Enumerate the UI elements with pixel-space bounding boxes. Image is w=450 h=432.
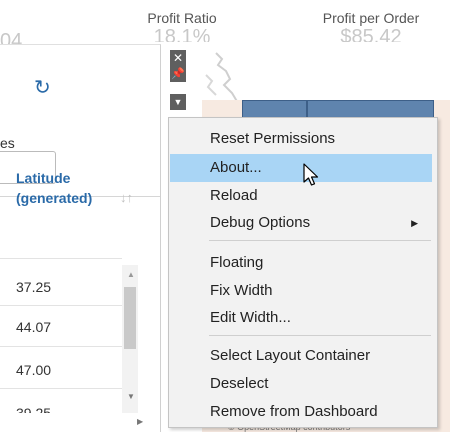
- menu-divider: [209, 335, 431, 336]
- sort-icon[interactable]: ↓↑: [120, 190, 133, 205]
- table-cell: 39.25: [16, 405, 52, 413]
- pin-icon[interactable]: 📌: [170, 66, 186, 82]
- menu-item-label: Edit Width...: [210, 309, 291, 326]
- menu-item-fix-width[interactable]: Fix Width: [170, 277, 432, 305]
- refresh-icon[interactable]: ↻: [34, 75, 51, 100]
- menu-item-about[interactable]: About...: [170, 154, 432, 182]
- table-cell: 44.07: [16, 319, 52, 335]
- kpi-label: Profit per Order: [322, 10, 420, 26]
- chevron-right-icon: ▶: [411, 218, 418, 228]
- kpi-label: Profit Ratio: [147, 10, 217, 26]
- menu-item-reset-permissions[interactable]: Reset Permissions: [170, 125, 432, 153]
- menu-item-label: Debug Options: [210, 214, 311, 231]
- mouse-pointer-icon: [303, 163, 319, 186]
- menu-item-label: Reload: [210, 187, 258, 204]
- scrollbar-thumb[interactable]: [124, 287, 136, 349]
- kpi-profit-ratio: Profit Ratio 18.1%: [132, 10, 232, 42]
- menu-item-debug-options[interactable]: Debug Options ▶: [170, 209, 432, 237]
- menu-item-deselect[interactable]: Deselect: [170, 370, 432, 398]
- menu-item-label: About...: [210, 159, 262, 176]
- scroll-up-icon[interactable]: ▲: [127, 270, 135, 279]
- menu-item-label: Remove from Dashboard: [210, 403, 378, 420]
- column-header-latitude[interactable]: Latitude (generated): [16, 168, 92, 208]
- row-divider: [0, 258, 122, 259]
- table-cell: 47.00: [16, 362, 52, 378]
- scroll-right-icon[interactable]: ▶: [137, 417, 143, 426]
- menu-divider: [209, 240, 431, 241]
- menu-item-label: Floating: [210, 254, 264, 271]
- scroll-down-icon[interactable]: ▼: [127, 392, 135, 401]
- menu-item-reload[interactable]: Reload: [170, 182, 432, 210]
- kpi-value: 18.1%: [153, 28, 211, 42]
- menu-item-label: Select Layout Container: [210, 347, 371, 364]
- menu-item-label: Fix Width: [210, 282, 273, 299]
- menu-item-edit-width[interactable]: Edit Width...: [170, 304, 432, 332]
- more-options-icon[interactable]: ▼: [170, 94, 186, 110]
- kpi-profit-per-order: Profit per Order $85.42: [308, 10, 434, 42]
- menu-item-select-layout-container[interactable]: Select Layout Container: [170, 342, 432, 370]
- row-divider: [0, 388, 122, 389]
- table-cell: 37.25: [16, 279, 52, 295]
- kpi-value: $85.42: [340, 28, 402, 42]
- search-label: es: [0, 135, 15, 151]
- menu-item-floating[interactable]: Floating: [170, 249, 432, 277]
- row-divider: [0, 346, 122, 347]
- close-icon[interactable]: ✕: [170, 50, 186, 66]
- menu-item-label: Reset Permissions: [210, 130, 336, 147]
- menu-item-remove-from-dashboard[interactable]: Remove from Dashboard: [170, 398, 432, 426]
- row-divider: [0, 305, 122, 306]
- menu-item-label: Deselect: [210, 375, 269, 392]
